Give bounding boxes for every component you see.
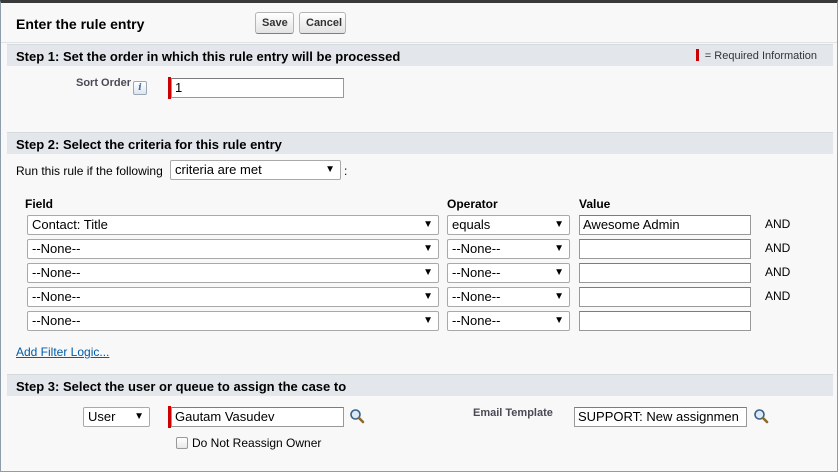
chevron-down-icon: ▼ [325, 164, 335, 175]
value-input[interactable]: Awesome Admin [579, 215, 751, 235]
operator-select[interactable]: equals ▼ [447, 215, 570, 235]
value-input[interactable] [579, 287, 751, 307]
field-select[interactable]: Contact: Title ▼ [27, 215, 439, 235]
chevron-down-icon: ▼ [423, 315, 433, 326]
chevron-down-icon: ▼ [423, 243, 433, 254]
chevron-down-icon: ▼ [134, 411, 144, 422]
column-header-operator: Operator [447, 197, 498, 211]
operator-select[interactable]: --None-- ▼ [447, 239, 570, 259]
info-icon[interactable]: i [133, 81, 147, 95]
field-select-value: --None-- [32, 289, 81, 304]
value-input[interactable] [579, 311, 751, 331]
required-legend: = Required Information [695, 49, 817, 62]
sort-order-input[interactable]: 1 [171, 78, 344, 98]
rule-entry-window: Enter the rule entry Save Cancel Step 1:… [0, 0, 838, 472]
operator-select[interactable]: --None-- ▼ [447, 263, 570, 283]
required-legend-text: = Required Information [704, 50, 817, 62]
criteria-select[interactable]: criteria are met ▼ [170, 160, 341, 180]
add-filter-logic-link[interactable]: Add Filter Logic... [16, 345, 109, 359]
chevron-down-icon: ▼ [554, 267, 564, 278]
run-rule-prefix: Run this rule if the following [16, 164, 163, 178]
cancel-button[interactable]: Cancel [299, 12, 346, 34]
field-select-value: Contact: Title [32, 217, 108, 232]
step3-heading: Step 3: Select the user or queue to assi… [16, 379, 347, 394]
conjunction-label: AND [765, 217, 791, 231]
email-template-label: Email Template [473, 407, 553, 419]
field-select[interactable]: --None-- ▼ [27, 239, 439, 259]
field-select-value: --None-- [32, 241, 81, 256]
page-title: Enter the rule entry [16, 16, 145, 32]
operator-select[interactable]: --None-- ▼ [447, 311, 570, 331]
required-marker-icon [695, 49, 699, 61]
page-header: Enter the rule entry Save Cancel [1, 3, 837, 43]
chevron-down-icon: ▼ [554, 243, 564, 254]
assignee-type-value: User [88, 409, 116, 424]
email-template-input[interactable]: SUPPORT: New assignmen [574, 407, 747, 427]
conjunction-label: AND [765, 265, 791, 279]
lookup-icon[interactable] [753, 408, 769, 424]
chevron-down-icon: ▼ [554, 219, 564, 230]
field-select-value: --None-- [32, 313, 81, 328]
step1-section-header: Step 1: Set the order in which this rule… [7, 44, 833, 66]
step3-section-header: Step 3: Select the user or queue to assi… [7, 374, 833, 396]
chevron-down-icon: ▼ [554, 315, 564, 326]
operator-select-value: --None-- [452, 289, 501, 304]
step2-heading: Step 2: Select the criteria for this rul… [16, 137, 282, 152]
conjunction-label: AND [765, 241, 791, 255]
step2-section-header: Step 2: Select the criteria for this rul… [7, 132, 833, 154]
assignee-type-select[interactable]: User ▼ [83, 407, 150, 427]
criteria-select-value: criteria are met [175, 162, 262, 177]
field-select[interactable]: --None-- ▼ [27, 263, 439, 283]
sort-order-label: Sort Order [76, 77, 132, 89]
column-header-field: Field [25, 197, 54, 211]
operator-select-value: --None-- [452, 265, 501, 280]
field-select-value: --None-- [32, 265, 81, 280]
column-header-value: Value [579, 197, 611, 211]
operator-select-value: --None-- [452, 241, 501, 256]
chevron-down-icon: ▼ [423, 219, 433, 230]
lookup-icon[interactable] [349, 408, 365, 424]
do-not-reassign-checkbox[interactable] [176, 437, 188, 449]
chevron-down-icon: ▼ [554, 291, 564, 302]
operator-select[interactable]: --None-- ▼ [447, 287, 570, 307]
field-select[interactable]: --None-- ▼ [27, 311, 439, 331]
save-button[interactable]: Save [255, 12, 294, 34]
value-input[interactable] [579, 239, 751, 259]
conjunction-label: AND [765, 289, 791, 303]
chevron-down-icon: ▼ [423, 267, 433, 278]
field-select[interactable]: --None-- ▼ [27, 287, 439, 307]
operator-select-value: equals [452, 217, 491, 232]
operator-select-value: --None-- [452, 313, 501, 328]
step1-heading: Step 1: Set the order in which this rule… [16, 49, 401, 64]
do-not-reassign-label: Do Not Reassign Owner [192, 436, 322, 450]
run-rule-suffix: : [344, 164, 348, 178]
assignee-input[interactable]: Gautam Vasudev [171, 407, 344, 427]
value-input[interactable] [579, 263, 751, 283]
chevron-down-icon: ▼ [423, 291, 433, 302]
